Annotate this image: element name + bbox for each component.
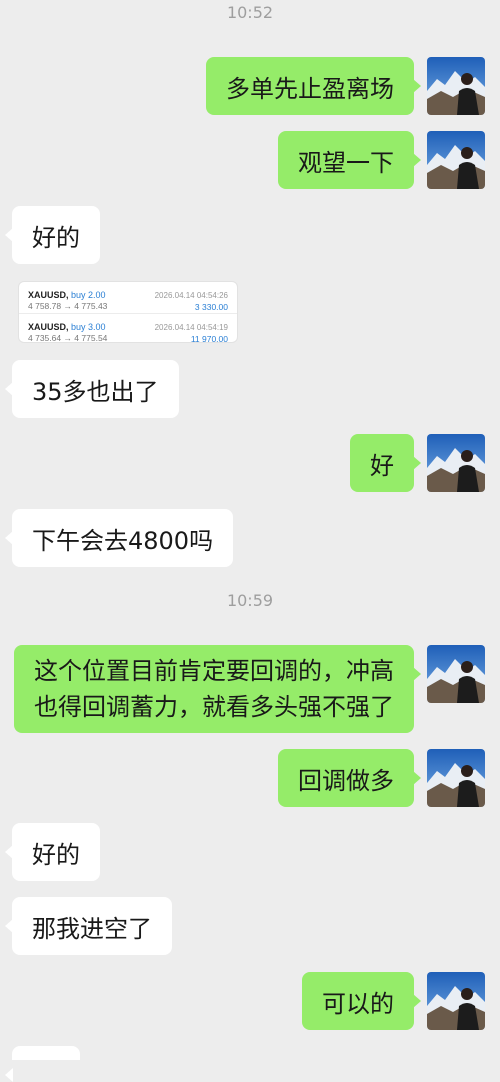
trade-profit: 11 970.00	[190, 334, 228, 344]
avatar-image	[427, 749, 485, 807]
message-bubble-sent[interactable]: 这个位置目前肯定要回调的，冲高也得回调蓄力，就看多头强不强了	[14, 645, 421, 733]
trade-prices: 4 758.78 → 4 775.43	[28, 301, 108, 311]
trade-datetime: 2026.04.14 04:54:19	[154, 323, 228, 332]
avatar-image	[427, 645, 485, 703]
message-bubble-received[interactable]: 那我进空了	[5, 897, 172, 955]
trade-prices: 4 735.64 → 4 775.54	[28, 333, 108, 343]
message-bubble-sent[interactable]: 好	[350, 434, 421, 492]
avatar[interactable]	[427, 57, 485, 115]
avatar[interactable]	[427, 645, 485, 703]
message-bubble-received[interactable]: 好的	[5, 206, 100, 264]
avatar-image	[427, 434, 485, 492]
message-bubble-received[interactable]: 下午会去4800吗	[4, 509, 234, 567]
trade-symbol: XAUUSD, buy 2.00	[28, 290, 106, 300]
avatar-image	[427, 131, 485, 189]
timestamp: 10:59	[226, 591, 274, 610]
trade-history-card[interactable]: XAUUSD, buy 2.00 4 758.78 → 4 775.43 202…	[18, 281, 238, 344]
message-bubble-received-partial[interactable]	[5, 1046, 80, 1082]
trade-datetime: 2026.04.14 04:54:26	[154, 291, 228, 300]
avatar[interactable]	[427, 972, 485, 1030]
message-bubble-received[interactable]: 35多也出了	[5, 360, 179, 418]
message-bubble-sent[interactable]: 可以的	[302, 972, 421, 1030]
avatar[interactable]	[427, 434, 485, 492]
trade-row: XAUUSD, buy 3.00 4 735.64 → 4 775.54 202…	[19, 313, 237, 344]
avatar-image	[427, 972, 485, 1030]
message-bubble-sent[interactable]: 回调做多	[278, 749, 421, 807]
avatar[interactable]	[427, 749, 485, 807]
message-bubble-sent[interactable]: 多单先止盈离场	[206, 57, 421, 115]
message-bubble-sent[interactable]: 观望一下	[278, 131, 421, 189]
trade-row: XAUUSD, buy 2.00 4 758.78 → 4 775.43 202…	[19, 282, 237, 312]
trade-symbol: XAUUSD, buy 3.00	[28, 322, 106, 332]
timestamp: 10:52	[226, 3, 274, 22]
trade-profit: 3 330.00	[194, 302, 228, 312]
avatar[interactable]	[427, 131, 485, 189]
message-bubble-received[interactable]: 好的	[5, 823, 100, 881]
avatar-image	[427, 57, 485, 115]
